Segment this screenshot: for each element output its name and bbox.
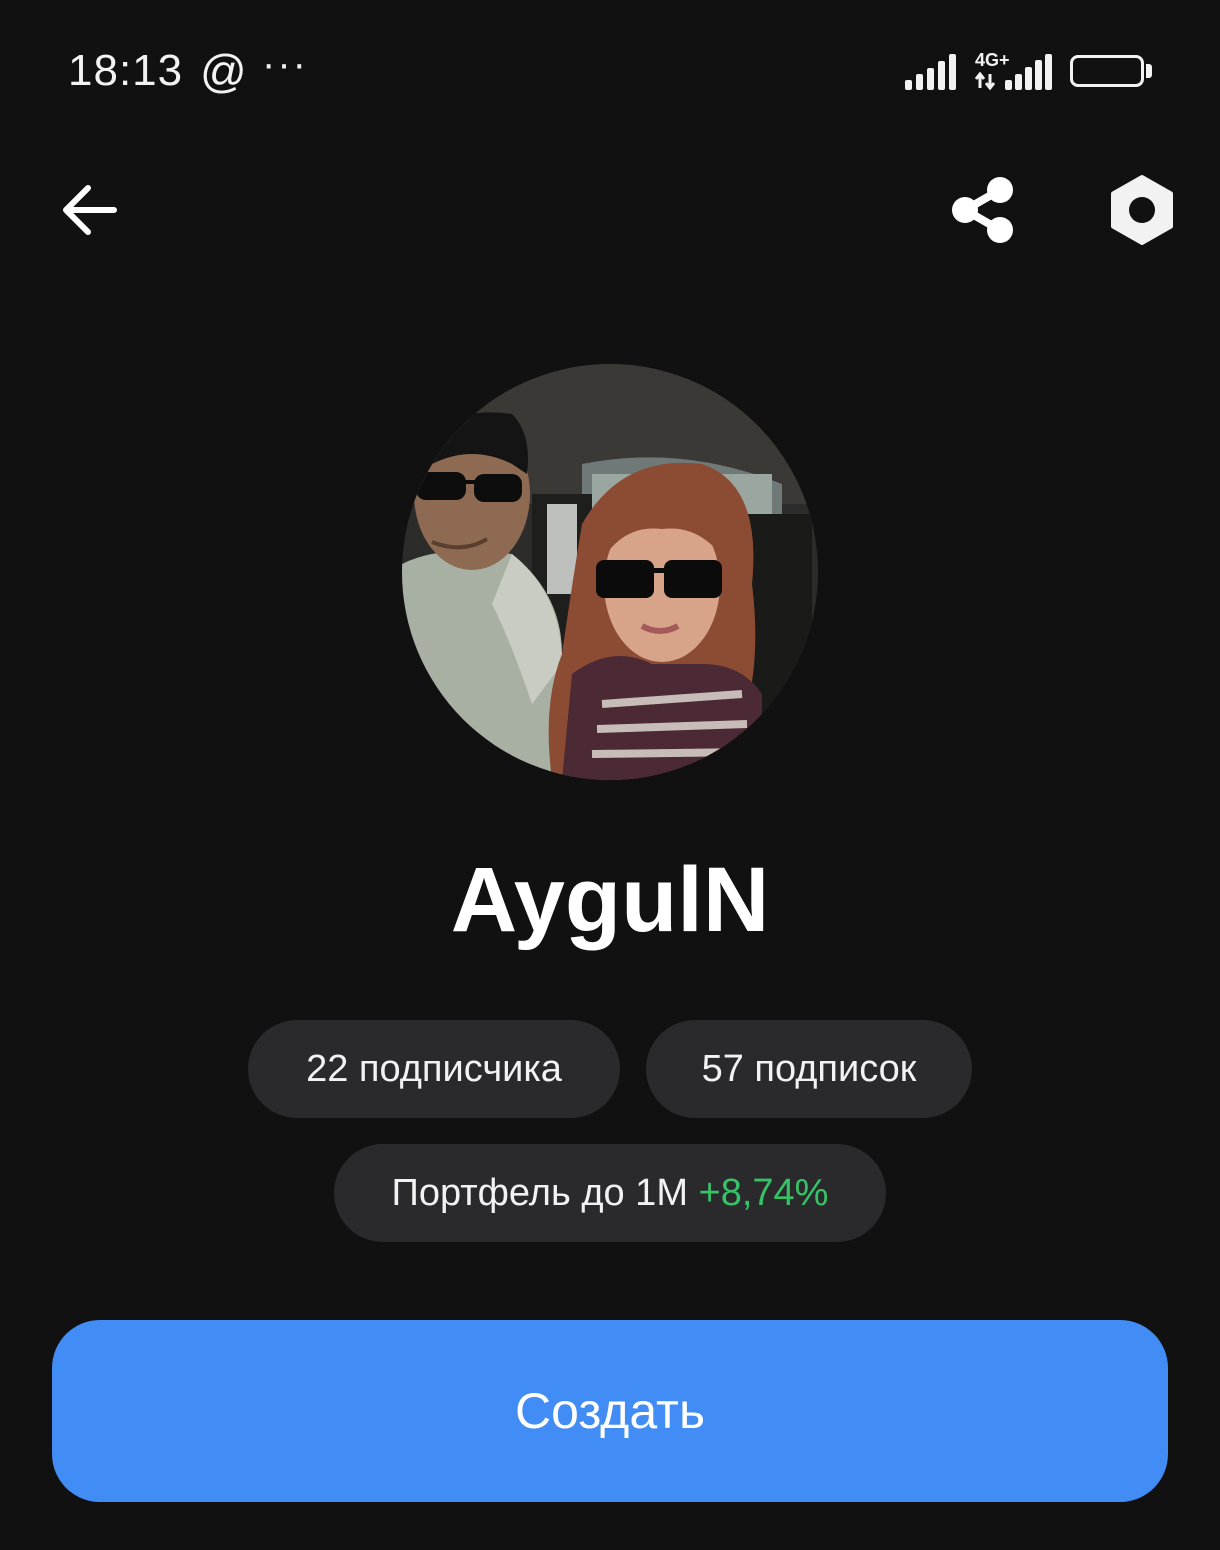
- signal-bars-icon: [905, 54, 956, 90]
- followers-chip[interactable]: 22 подписчика: [248, 1020, 620, 1118]
- status-bar: 18:13 @ ··· 4G+ 71: [0, 0, 1220, 140]
- profile-username: AygulN: [450, 849, 770, 951]
- signal-bars-4g-icon: [1005, 54, 1052, 90]
- avatar: [402, 364, 818, 780]
- following-chip[interactable]: 57 подписок: [646, 1020, 972, 1118]
- portfolio-label: Портфель до 1М: [391, 1172, 688, 1214]
- more-notifications-icon: ···: [262, 42, 308, 86]
- hexagon-gear-icon: [1111, 175, 1173, 245]
- settings-button[interactable]: [1108, 174, 1176, 246]
- battery-icon: 71: [1070, 55, 1144, 87]
- back-button[interactable]: [60, 180, 120, 240]
- battery-percent: 71: [1094, 58, 1120, 83]
- share-button[interactable]: [950, 176, 1016, 244]
- at-sign-icon: @: [200, 45, 247, 97]
- portfolio-chip[interactable]: Портфель до 1М +8,74%: [334, 1144, 886, 1242]
- share-icon: [952, 177, 1013, 243]
- create-button[interactable]: Создать: [52, 1320, 1168, 1502]
- data-arrows-icon: [975, 72, 996, 90]
- status-time: 18:13: [68, 46, 184, 95]
- arrow-left-icon: [63, 185, 117, 235]
- user-photo-avatar: [402, 364, 818, 780]
- portfolio-gain: +8,74%: [698, 1172, 829, 1214]
- battery-tip: [1146, 64, 1152, 78]
